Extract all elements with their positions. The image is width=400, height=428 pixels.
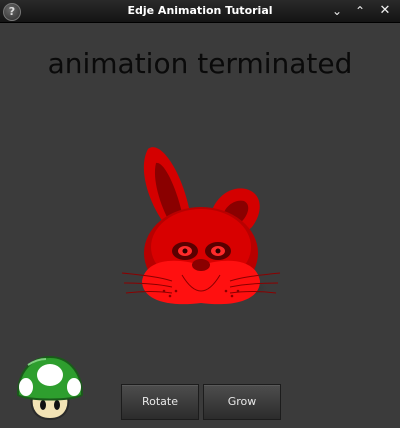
title-bar[interactable]: ? Edje Animation Tutorial ⌄ ⌃ ✕: [0, 0, 400, 23]
minimize-button[interactable]: ⌄: [328, 3, 346, 19]
bunny-icon: [121, 147, 281, 305]
maximize-button[interactable]: ⌃: [351, 3, 369, 19]
close-button[interactable]: ✕: [376, 3, 394, 19]
mushroom-icon: [16, 355, 84, 421]
status-text: animation terminated: [47, 47, 353, 80]
content-area: animation terminated Rotate Grow: [0, 23, 400, 428]
rotate-button[interactable]: Rotate: [121, 384, 199, 420]
app-window: ? Edje Animation Tutorial ⌄ ⌃ ✕ animatio…: [0, 0, 400, 428]
grow-button[interactable]: Grow: [203, 384, 281, 420]
